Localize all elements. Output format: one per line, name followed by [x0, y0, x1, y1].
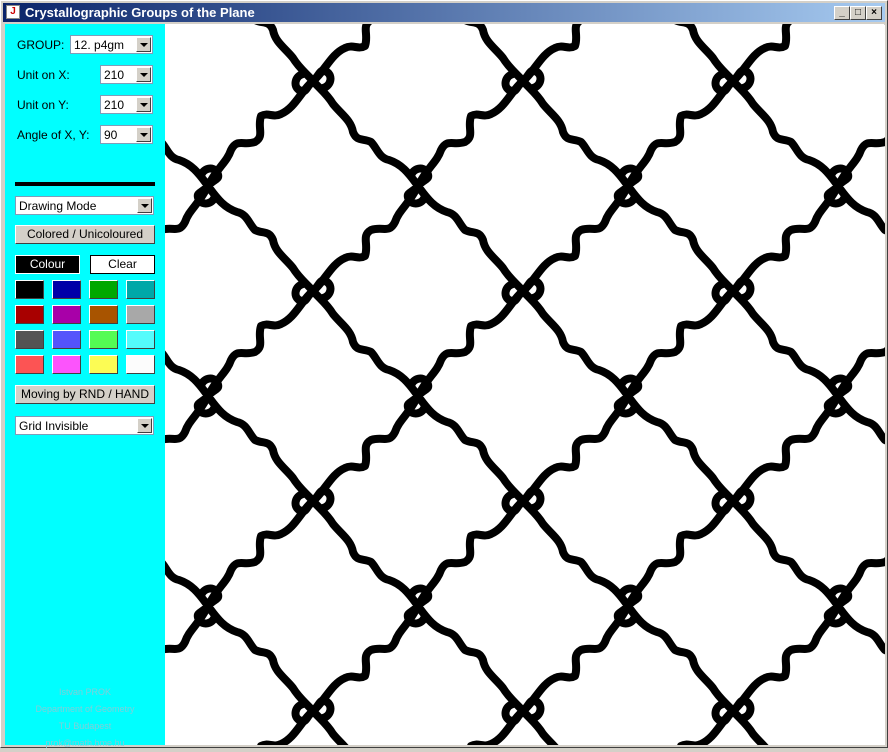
- angle-select-value: 90: [104, 128, 118, 142]
- colour-button[interactable]: Colour: [15, 255, 80, 274]
- chevron-down-icon[interactable]: [137, 198, 152, 213]
- mode-select[interactable]: Drawing Mode: [15, 196, 154, 215]
- swatch-green[interactable]: [89, 280, 118, 299]
- moving-mode-button[interactable]: Moving by RND / HAND: [15, 385, 155, 404]
- grid-select[interactable]: Grid Invisible: [15, 416, 154, 435]
- separator: [15, 182, 155, 186]
- swatch-cyan[interactable]: [126, 280, 155, 299]
- chevron-down-icon[interactable]: [136, 37, 151, 52]
- app-window: J Crystallographic Groups of the Plane _…: [0, 0, 888, 748]
- swatch-black[interactable]: [15, 280, 44, 299]
- unit-y-label: Unit on Y:: [17, 98, 69, 112]
- swatch-yellow[interactable]: [89, 355, 118, 374]
- angle-label: Angle of X, Y:: [17, 128, 90, 142]
- chevron-down-icon[interactable]: [136, 97, 151, 112]
- swatch-brown[interactable]: [89, 305, 118, 324]
- swatch-white[interactable]: [126, 355, 155, 374]
- angle-select[interactable]: 90: [100, 125, 153, 144]
- unit-x-label: Unit on X:: [17, 68, 70, 82]
- unit-y-select[interactable]: 210: [100, 95, 153, 114]
- credit-university: TU Budapest: [58, 721, 112, 731]
- minimize-button[interactable]: _: [834, 6, 850, 20]
- credit-author: Istvan PROK: [58, 687, 112, 697]
- clear-button[interactable]: Clear: [90, 255, 155, 274]
- window-title: Crystallographic Groups of the Plane: [25, 5, 255, 20]
- chevron-down-icon[interactable]: [136, 127, 151, 142]
- swatch-light-red[interactable]: [15, 355, 44, 374]
- swatch-light-cyan[interactable]: [126, 330, 155, 349]
- swatch-dark-gray[interactable]: [15, 330, 44, 349]
- swatch-light-blue[interactable]: [52, 330, 81, 349]
- tiling-pattern: [165, 24, 885, 745]
- swatch-pink[interactable]: [52, 355, 81, 374]
- colored-toggle-button[interactable]: Colored / Unicoloured: [15, 225, 155, 244]
- swatch-magenta[interactable]: [52, 305, 81, 324]
- swatch-blue[interactable]: [52, 280, 81, 299]
- group-select[interactable]: 12. p4gm: [70, 35, 153, 54]
- swatch-light-gray[interactable]: [126, 305, 155, 324]
- close-button[interactable]: ×: [866, 6, 882, 20]
- unit-y-select-value: 210: [104, 98, 125, 112]
- grid-select-value: Grid Invisible: [19, 419, 89, 433]
- chevron-down-icon[interactable]: [136, 67, 151, 82]
- chevron-down-icon[interactable]: [137, 418, 152, 433]
- unit-x-select[interactable]: 210: [100, 65, 153, 84]
- credits: Istvan PROK Department of Geometry TU Bu…: [5, 684, 165, 752]
- group-label: GROUP:: [17, 38, 65, 52]
- unit-x-select-value: 210: [104, 68, 125, 82]
- maximize-button[interactable]: □: [850, 6, 866, 20]
- title-bar[interactable]: J Crystallographic Groups of the Plane _…: [3, 3, 885, 22]
- mode-select-value: Drawing Mode: [19, 199, 97, 213]
- swatch-light-green[interactable]: [89, 330, 118, 349]
- group-select-value: 12. p4gm: [74, 38, 125, 52]
- credit-department: Department of Geometry: [35, 704, 135, 714]
- swatch-red[interactable]: [15, 305, 44, 324]
- drawing-canvas[interactable]: [165, 24, 885, 745]
- credit-email: prok@math.bme.hu: [45, 738, 125, 748]
- control-panel: GROUP: 12. p4gm Unit on X: 210 Unit on Y…: [5, 24, 165, 748]
- java-icon: J: [6, 5, 20, 19]
